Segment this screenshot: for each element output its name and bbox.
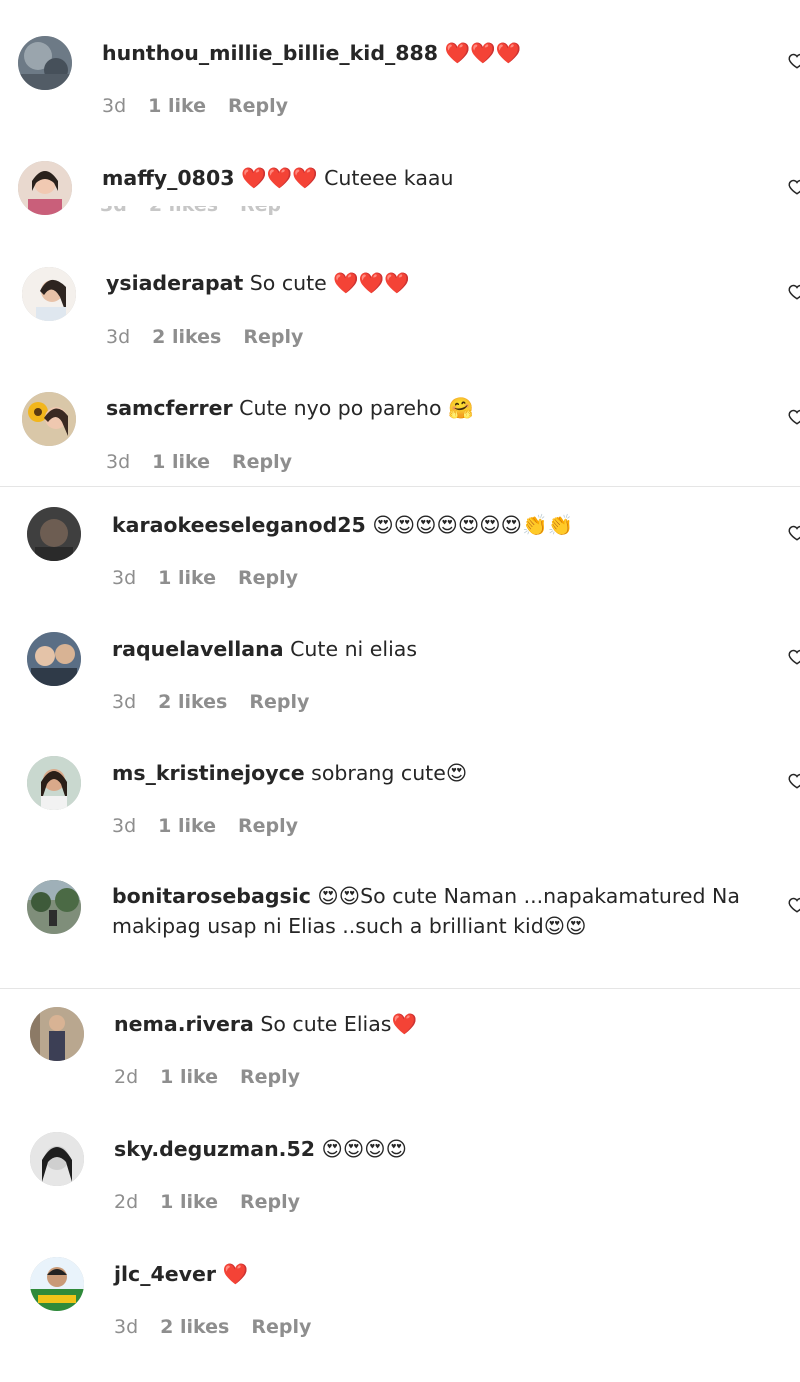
username-link[interactable]: samcferrer <box>106 396 233 420</box>
comment-meta: 2d 1 like Reply <box>114 1066 322 1088</box>
reply-button[interactable]: Reply <box>240 206 280 216</box>
comment-text: So cute ❤️❤️❤️ <box>249 271 410 295</box>
comment-text-line: maffy_0803 ❤️❤️❤️ Cuteee kaau <box>102 163 453 193</box>
comment-age: 2d <box>114 1191 139 1213</box>
comment-text-line: karaokeeseleganod25 😍😍😍😍😍😍😍👏👏 <box>112 510 573 540</box>
like-count[interactable]: 1 like <box>158 815 216 837</box>
comment-text: sobrang cute😍 <box>311 761 468 785</box>
comment-text: Cute nyo po pareho 🤗 <box>239 396 474 420</box>
username-link[interactable]: sky.deguzman.52 <box>114 1137 315 1161</box>
reply-button[interactable]: Reply <box>238 567 298 589</box>
username-link[interactable]: nema.rivera <box>114 1012 254 1036</box>
comment-meta: 3d 2 likes Reply <box>106 326 325 348</box>
like-count[interactable]: 2 likes <box>152 326 221 348</box>
divider <box>0 988 800 989</box>
comment-age: 3d <box>112 691 137 713</box>
comment-text: 😍😍😍😍😍😍😍👏👏 <box>372 513 573 537</box>
comment-age: 3d <box>102 95 127 117</box>
comment-text-line: sky.deguzman.52 😍😍😍😍 <box>114 1134 407 1164</box>
comment-age: 2d <box>114 1066 139 1088</box>
reply-button[interactable]: Reply <box>228 95 288 117</box>
username-link[interactable]: bonitarosebagsic <box>112 884 311 908</box>
comment-text-line: raquelavellana Cute ni elias <box>112 634 417 664</box>
comment-meta: 3d 1 like Reply <box>106 451 314 473</box>
like-count[interactable]: 1 like <box>160 1191 218 1213</box>
username-link[interactable]: ms_kristinejoyce <box>112 761 305 785</box>
like-count[interactable]: 1 like <box>148 95 206 117</box>
comment-meta: 3d 2 likes Reply <box>114 1316 333 1338</box>
username-link[interactable]: jlc_4ever <box>114 1262 216 1286</box>
reply-button[interactable]: Reply <box>240 1066 300 1088</box>
avatar[interactable] <box>22 267 76 321</box>
like-count[interactable]: 2 likes <box>158 691 227 713</box>
avatar[interactable] <box>27 756 81 810</box>
heart-outline-icon[interactable] <box>788 408 800 426</box>
like-count[interactable]: 1 like <box>160 1066 218 1088</box>
like-count[interactable]: 2 likes <box>149 206 218 216</box>
reply-button[interactable]: Reply <box>238 815 298 837</box>
avatar[interactable] <box>27 632 81 686</box>
avatar[interactable] <box>18 161 72 215</box>
avatar[interactable] <box>27 507 81 561</box>
comment-meta: 3d 1 like Reply <box>102 95 310 117</box>
comment-meta: 3d 1 like Reply <box>112 815 320 837</box>
comment-text-line: ms_kristinejoyce sobrang cute😍 <box>112 758 467 788</box>
comment-text: So cute Elias❤️ <box>260 1012 417 1036</box>
username-link[interactable]: hunthou_millie_billie_kid_888 <box>102 41 438 65</box>
username-link[interactable]: raquelavellana <box>112 637 284 661</box>
heart-outline-icon[interactable] <box>788 648 800 666</box>
reply-button[interactable]: Reply <box>240 1191 300 1213</box>
divider <box>0 486 800 487</box>
heart-outline-icon[interactable] <box>788 896 800 914</box>
heart-outline-icon[interactable] <box>788 283 800 301</box>
comment-age: 3d <box>112 567 137 589</box>
heart-outline-icon[interactable] <box>788 178 800 196</box>
comment-age: 3d <box>112 815 137 837</box>
comment-age: 3d <box>106 451 131 473</box>
comment-text: 😍😍😍😍 <box>321 1137 408 1161</box>
comment-text-line: bonitarosebagsic 😍😍So cute Naman ...napa… <box>112 881 752 941</box>
avatar[interactable] <box>27 880 81 934</box>
comment-meta: 3d 2 likes Reply <box>100 206 280 218</box>
reply-button[interactable]: Reply <box>249 691 309 713</box>
reply-button[interactable]: Reply <box>243 326 303 348</box>
comment-text: ❤️❤️❤️ <box>444 41 522 65</box>
comment-text: ❤️ <box>222 1262 249 1286</box>
comment-text: Cute ni elias <box>290 637 418 661</box>
like-count[interactable]: 1 like <box>158 567 216 589</box>
comment-meta: 3d 2 likes Reply <box>112 691 331 713</box>
reply-button[interactable]: Reply <box>251 1316 311 1338</box>
comment-meta: 2d 1 like Reply <box>114 1191 322 1213</box>
reply-button[interactable]: Reply <box>232 451 292 473</box>
like-count[interactable]: 1 like <box>152 451 210 473</box>
avatar[interactable] <box>30 1007 84 1061</box>
heart-outline-icon[interactable] <box>788 524 800 542</box>
comment-text: ❤️❤️❤️ Cuteee kaau <box>241 166 454 190</box>
comment-text-line: ysiaderapat So cute ❤️❤️❤️ <box>106 268 410 298</box>
comment-age: 3d <box>100 206 127 216</box>
comment-text-line: hunthou_millie_billie_kid_888 ❤️❤️❤️ <box>102 38 521 68</box>
avatar[interactable] <box>22 392 76 446</box>
heart-outline-icon[interactable] <box>788 52 800 70</box>
username-link[interactable]: karaokeeseleganod25 <box>112 513 366 537</box>
like-count[interactable]: 2 likes <box>160 1316 229 1338</box>
username-link[interactable]: ysiaderapat <box>106 271 243 295</box>
comment-age: 3d <box>114 1316 139 1338</box>
comment-meta: 3d 1 like Reply <box>112 567 320 589</box>
avatar[interactable] <box>30 1257 84 1311</box>
heart-outline-icon[interactable] <box>788 772 800 790</box>
comment-text-line: nema.rivera So cute Elias❤️ <box>114 1009 417 1039</box>
avatar[interactable] <box>18 36 72 90</box>
comment-age: 3d <box>106 326 131 348</box>
comment-text-line: samcferrer Cute nyo po pareho 🤗 <box>106 393 474 423</box>
username-link[interactable]: maffy_0803 <box>102 166 234 190</box>
avatar[interactable] <box>30 1132 84 1186</box>
comment-text-line: jlc_4ever ❤️ <box>114 1259 248 1289</box>
